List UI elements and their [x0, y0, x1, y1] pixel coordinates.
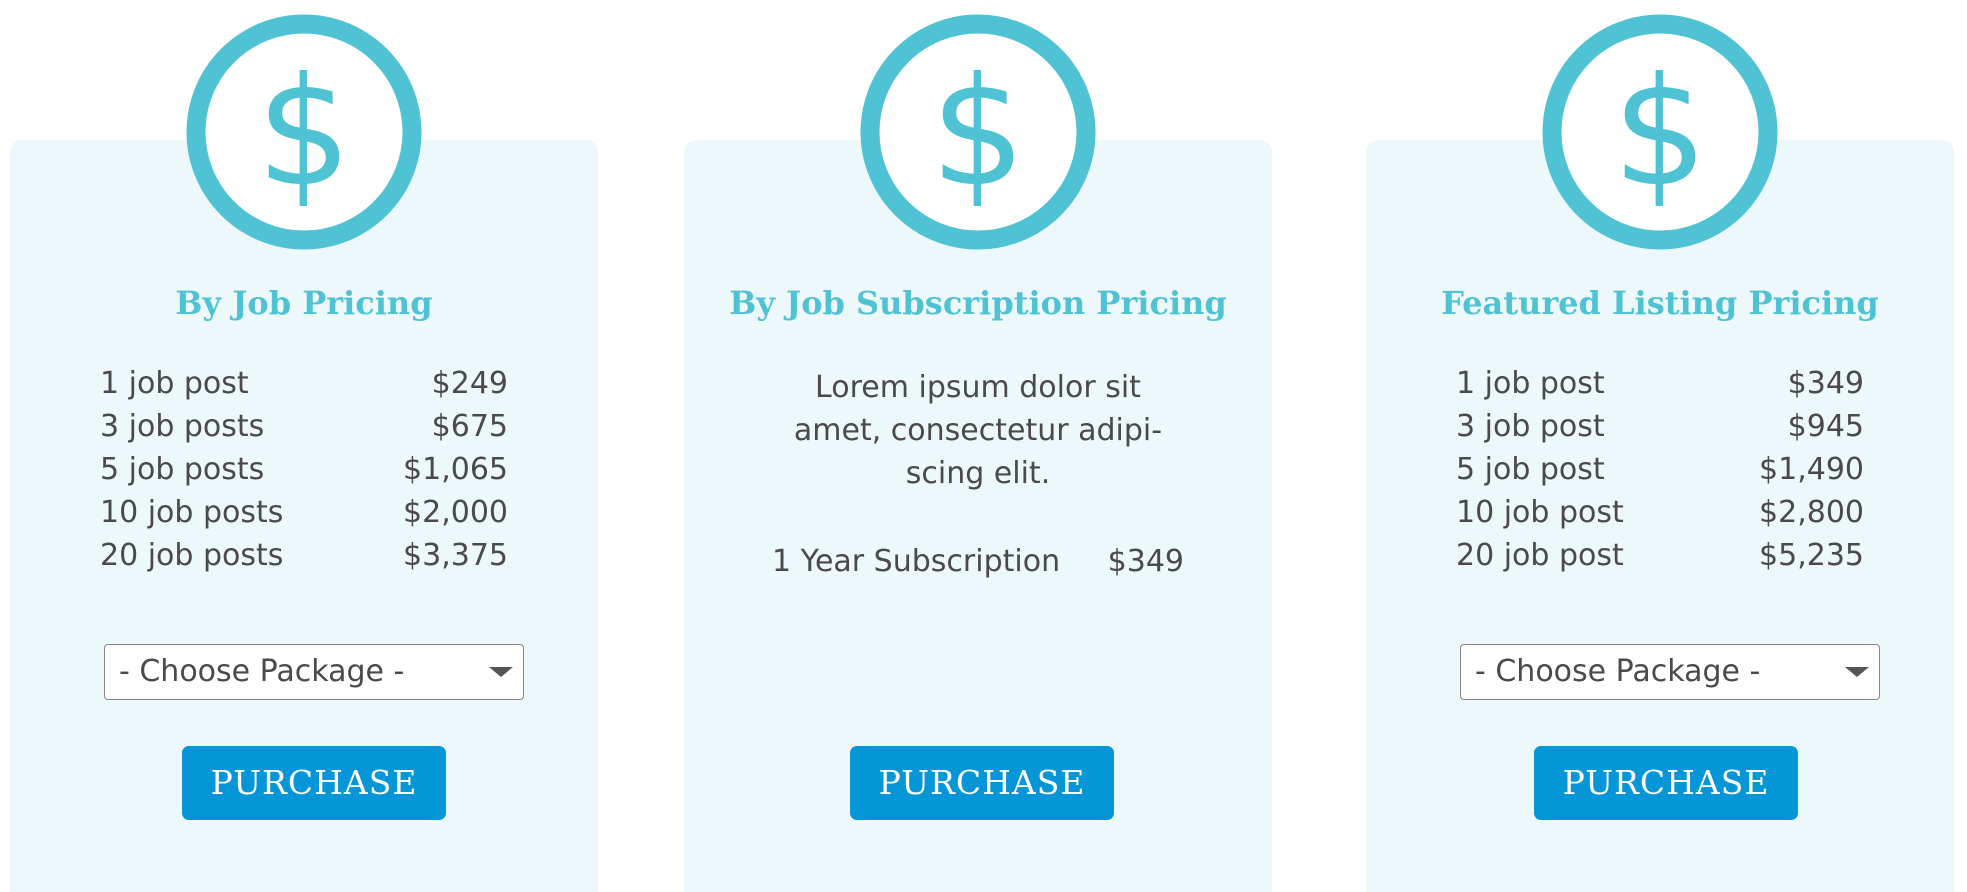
package-select[interactable]: - Choose Package -: [104, 644, 524, 700]
price-label: 10 job post: [1456, 495, 1624, 530]
package-select-value: - Choose Package -: [119, 654, 405, 689]
price-row: 5 job posts $1,065: [100, 448, 508, 491]
price-row: 20 job post $5,235: [1456, 534, 1864, 577]
price-label: 20 job posts: [100, 538, 284, 573]
subscription-row: 1 Year Subscription $349: [772, 540, 1184, 583]
package-select[interactable]: - Choose Package -: [1460, 644, 1880, 700]
price-row: 1 job post $249: [100, 362, 508, 405]
price-value: $5,235: [1759, 538, 1864, 573]
price-value: $1,490: [1759, 452, 1864, 487]
price-value: $2,000: [403, 495, 508, 530]
price-label: 10 job posts: [100, 495, 284, 530]
price-label: 1 job post: [1456, 366, 1605, 401]
price-value: $349: [1787, 366, 1864, 401]
description-line: amet, consectetur adipi-: [793, 413, 1163, 448]
purchase-button[interactable]: PURCHASE: [182, 746, 446, 820]
chevron-down-icon[interactable]: [1845, 667, 1869, 677]
pricing-card-featured-listing: $ Featured Listing Pricing 1 job post $3…: [1366, 14, 1954, 892]
svg-text:$: $: [1612, 46, 1707, 220]
price-value: $249: [431, 366, 508, 401]
description-line: Lorem ipsum dolor sit: [815, 370, 1141, 405]
price-row: 10 job posts $2,000: [100, 491, 508, 534]
description-line: scing elit.: [905, 456, 1051, 491]
price-label: 5 job posts: [100, 452, 265, 487]
price-value: $1,065: [403, 452, 508, 487]
price-value: $2,800: [1759, 495, 1864, 530]
dollar-circle-icon: $: [186, 14, 422, 250]
price-row: 20 job posts $3,375: [100, 534, 508, 577]
card-title: By Job Subscription Pricing: [729, 284, 1227, 322]
dollar-circle-icon: $: [860, 14, 1096, 250]
pricing-card-subscription: $ By Job Subscription Pricing Lorem ipsu…: [684, 14, 1272, 892]
card-title: By Job Pricing: [175, 284, 433, 322]
price-row: 1 job post $349: [1456, 362, 1864, 405]
price-list: 1 job post $249 3 job posts $675 5 job p…: [100, 362, 508, 577]
price-value: $675: [431, 409, 508, 444]
price-value: $945: [1787, 409, 1864, 444]
svg-text:$: $: [256, 46, 351, 220]
purchase-button[interactable]: PURCHASE: [850, 746, 1114, 820]
price-label: 20 job post: [1456, 538, 1624, 573]
chevron-down-icon[interactable]: [489, 667, 513, 677]
card-title: Featured Listing Pricing: [1441, 284, 1879, 322]
price-row: 3 job posts $675: [100, 405, 508, 448]
purchase-button[interactable]: PURCHASE: [1534, 746, 1798, 820]
subscription-label: 1 Year Subscription: [772, 544, 1061, 579]
price-row: 5 job post $1,490: [1456, 448, 1864, 491]
subscription-price: $349: [1107, 544, 1184, 579]
price-list: 1 job post $349 3 job post $945 5 job po…: [1456, 362, 1864, 577]
price-row: 3 job post $945: [1456, 405, 1864, 448]
dollar-circle-icon: $: [1542, 14, 1778, 250]
price-row: 10 job post $2,800: [1456, 491, 1864, 534]
price-value: $3,375: [403, 538, 508, 573]
card-description: Lorem ipsum dolor sit amet, consectetur …: [788, 366, 1168, 495]
price-label: 5 job post: [1456, 452, 1605, 487]
package-select-value: - Choose Package -: [1475, 654, 1761, 689]
price-label: 3 job posts: [100, 409, 265, 444]
price-label: 1 job post: [100, 366, 249, 401]
svg-text:$: $: [930, 46, 1025, 220]
pricing-card-by-job: $ By Job Pricing 1 job post $249 3 job p…: [10, 14, 598, 892]
price-label: 3 job post: [1456, 409, 1605, 444]
